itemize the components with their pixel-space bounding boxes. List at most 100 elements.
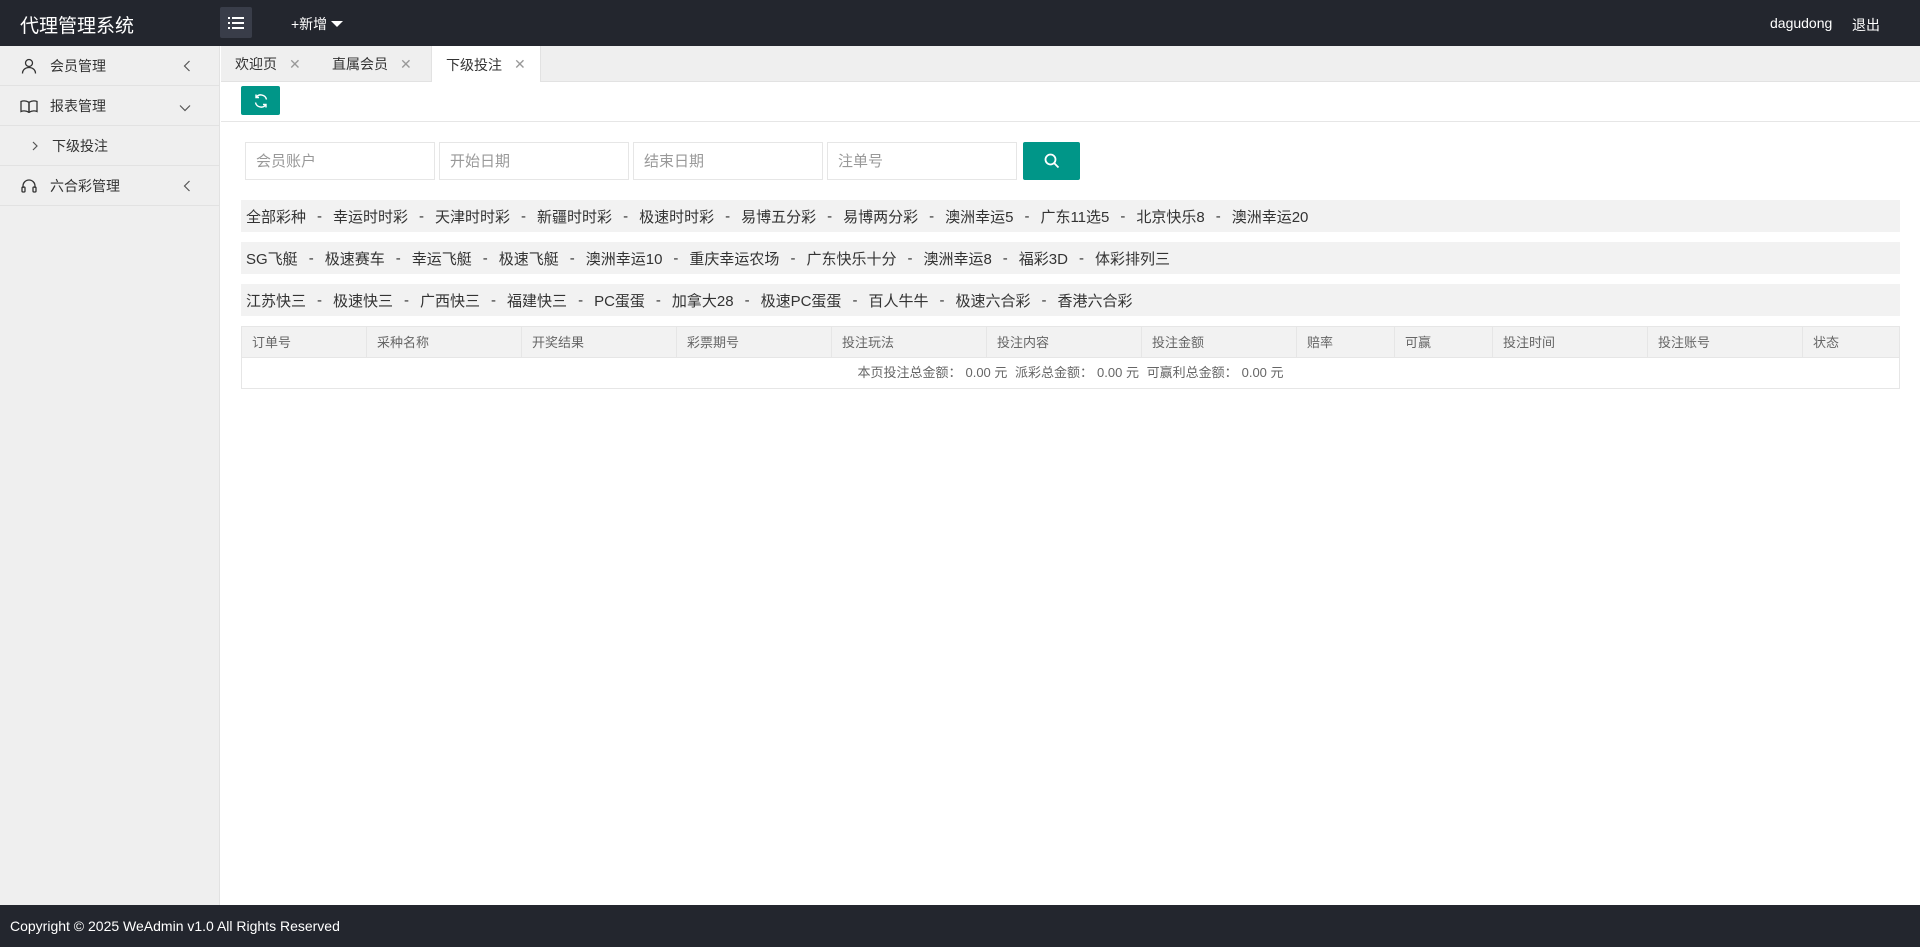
column-header[interactable]: 投注账号 <box>1648 327 1803 358</box>
lottery-filter-link[interactable]: 广东11选5 <box>1040 206 1109 227</box>
lottery-filter-link[interactable]: 澳洲幸运20 <box>1232 206 1309 227</box>
column-header[interactable]: 投注内容 <box>987 327 1142 358</box>
lottery-filter-link[interactable]: 极速六合彩 <box>955 290 1030 311</box>
logout-link[interactable]: 退出 <box>1852 15 1880 35</box>
lottery-filter-link[interactable]: 极速PC蛋蛋 <box>761 290 842 311</box>
lottery-filter-link[interactable]: 极速飞艇 <box>499 248 559 269</box>
separator: - <box>578 291 584 309</box>
lottery-filter-link[interactable]: SG飞艇 <box>246 248 298 269</box>
separator: - <box>308 249 314 267</box>
column-header[interactable]: 采种名称 <box>367 327 522 358</box>
lottery-filter-link[interactable]: 极速时时彩 <box>639 206 714 227</box>
chevron-right-icon <box>32 141 38 151</box>
search-button[interactable] <box>1023 142 1080 180</box>
lottery-filter-link[interactable]: 全部彩种 <box>246 206 306 227</box>
column-header[interactable]: 赔率 <box>1297 327 1395 358</box>
sidebar-item-label: 报表管理 <box>50 97 106 114</box>
lottery-filter-link[interactable]: 广东快乐十分 <box>806 248 896 269</box>
book-icon <box>20 97 38 115</box>
end-date-input[interactable] <box>633 142 823 180</box>
sidebar-item-member-management[interactable]: 会员管理 <box>0 46 219 86</box>
separator: - <box>395 249 401 267</box>
lottery-filter-link[interactable]: 澳洲幸运8 <box>923 248 991 269</box>
win-total-label: 可赢利总金额： <box>1146 365 1238 380</box>
column-header[interactable]: 投注金额 <box>1142 327 1297 358</box>
lottery-filter-link[interactable]: 天津时时彩 <box>435 206 510 227</box>
menu-toggle-button[interactable] <box>220 7 252 38</box>
lottery-filter-link[interactable]: 体彩排列三 <box>1095 248 1170 269</box>
lottery-filter-link[interactable]: 福建快三 <box>507 290 567 311</box>
refresh-button[interactable] <box>241 86 280 115</box>
column-header[interactable]: 投注时间 <box>1493 327 1648 358</box>
lottery-filter-link[interactable]: 澳洲幸运5 <box>945 206 1013 227</box>
lottery-filter-link[interactable]: 易博五分彩 <box>741 206 816 227</box>
lottery-filter-link[interactable]: 幸运时时彩 <box>333 206 408 227</box>
sidebar-subitem-label: 下级投注 <box>52 137 108 154</box>
column-header[interactable]: 状态 <box>1803 327 1901 358</box>
username-link[interactable]: dagudong <box>1770 15 1832 31</box>
lottery-filter-link[interactable]: 易博两分彩 <box>843 206 918 227</box>
separator: - <box>1002 249 1008 267</box>
lottery-filter-link[interactable]: 新疆时时彩 <box>537 206 612 227</box>
separator: - <box>1041 291 1047 309</box>
order-number-input[interactable] <box>827 142 1017 180</box>
sidebar-item-label: 六合彩管理 <box>50 177 120 194</box>
sidebar: 会员管理 报表管理 下级投注 六合彩管理 <box>0 46 220 905</box>
close-icon[interactable]: ✕ <box>289 56 301 73</box>
lottery-filter-link[interactable]: 幸运飞艇 <box>412 248 472 269</box>
headset-icon <box>20 177 38 195</box>
table-summary-row: 本页投注总金额： 0.00 元 派彩总金额： 0.00 元 可赢利总金额： 0.00 … <box>242 358 1899 388</box>
lottery-filter-link[interactable]: 极速快三 <box>333 290 393 311</box>
tab-direct-members[interactable]: 直属会员 ✕ <box>318 46 426 82</box>
start-date-input[interactable] <box>439 142 629 180</box>
column-header[interactable]: 可赢 <box>1395 327 1493 358</box>
separator: - <box>852 291 858 309</box>
lottery-filter-link[interactable]: 福彩3D <box>1019 248 1068 269</box>
payout-total-label: 派彩总金额： <box>1015 365 1094 380</box>
tab-subordinate-bets[interactable]: 下级投注 ✕ <box>431 46 541 83</box>
user-icon <box>20 57 38 75</box>
close-icon[interactable]: ✕ <box>400 56 412 73</box>
search-icon <box>1044 153 1059 169</box>
column-header[interactable]: 彩票期号 <box>677 327 832 358</box>
main-content: 全部彩种-幸运时时彩-天津时时彩-新疆时时彩-极速时时彩-易博五分彩-易博两分彩… <box>221 82 1920 905</box>
sidebar-item-report-management[interactable]: 报表管理 <box>0 86 219 126</box>
lottery-filter-link[interactable]: 加拿大28 <box>672 290 734 311</box>
lottery-filter-link[interactable]: 澳洲幸运10 <box>586 248 663 269</box>
column-header[interactable]: 订单号 <box>242 327 367 358</box>
separator: - <box>623 207 629 225</box>
sidebar-item-mark-six-management[interactable]: 六合彩管理 <box>0 166 219 206</box>
lottery-filter-link[interactable]: 重庆幸运农场 <box>689 248 779 269</box>
lottery-filter-link[interactable]: 江苏快三 <box>246 290 306 311</box>
table-header: 订单号 采种名称 开奖结果 彩票期号 投注玩法 投注内容 投注金额 赔率 可赢 投注时间 投注账号状… <box>242 327 1899 358</box>
lottery-filter-link[interactable]: 香港六合彩 <box>1057 290 1132 311</box>
separator: - <box>744 291 750 309</box>
close-icon[interactable]: ✕ <box>514 56 526 73</box>
tab-bar: 欢迎页 ✕ 直属会员 ✕ 下级投注 ✕ <box>221 46 1920 83</box>
add-new-dropdown[interactable]: +新增 <box>291 14 344 34</box>
bets-table: 订单号 采种名称 开奖结果 彩票期号 投注玩法 投注内容 投注金额 赔率 可赢 投注时间 投注账号状… <box>241 326 1900 389</box>
lottery-filter-link[interactable]: 广西快三 <box>420 290 480 311</box>
win-total-value: 0.00 元 <box>1241 365 1284 380</box>
chevron-left-icon <box>183 59 191 75</box>
sidebar-subitem-subordinate-bets[interactable]: 下级投注 <box>0 126 219 166</box>
separator: - <box>939 291 945 309</box>
separator: - <box>569 249 575 267</box>
footer: Copyright © 2025 WeAdmin v1.0 All Rights… <box>0 905 1920 947</box>
tab-welcome[interactable]: 欢迎页 ✕ <box>221 46 315 82</box>
lottery-filter-row: 江苏快三 - 极速快三 - 广西快三 - 福建快三 - PC蛋蛋 - 加拿大28- 极速PC蛋蛋 - 百人… <box>241 284 1900 316</box>
separator: - <box>655 291 661 309</box>
member-account-input[interactable] <box>245 142 435 180</box>
lottery-filter-link[interactable]: PC蛋蛋 <box>594 290 645 311</box>
separator: - <box>929 207 935 225</box>
separator: - <box>725 207 731 225</box>
tab-label: 下级投注 <box>446 56 502 73</box>
separator: - <box>1024 207 1030 225</box>
lottery-filter-link[interactable]: 极速赛车 <box>325 248 385 269</box>
lottery-filter-link[interactable]: 百人牛牛 <box>868 290 928 311</box>
column-header[interactable]: 投注玩法 <box>832 327 987 358</box>
lottery-filter-row: 全部彩种 - 幸运时时彩 - 天津时时彩 - 新疆时时彩 - 极速时时彩 - 易博五分彩 - 易博两分彩… <box>241 200 1900 232</box>
separator: - <box>827 207 833 225</box>
lottery-filter-link[interactable]: 北京快乐8 <box>1136 206 1204 227</box>
column-header[interactable]: 开奖结果 <box>522 327 677 358</box>
